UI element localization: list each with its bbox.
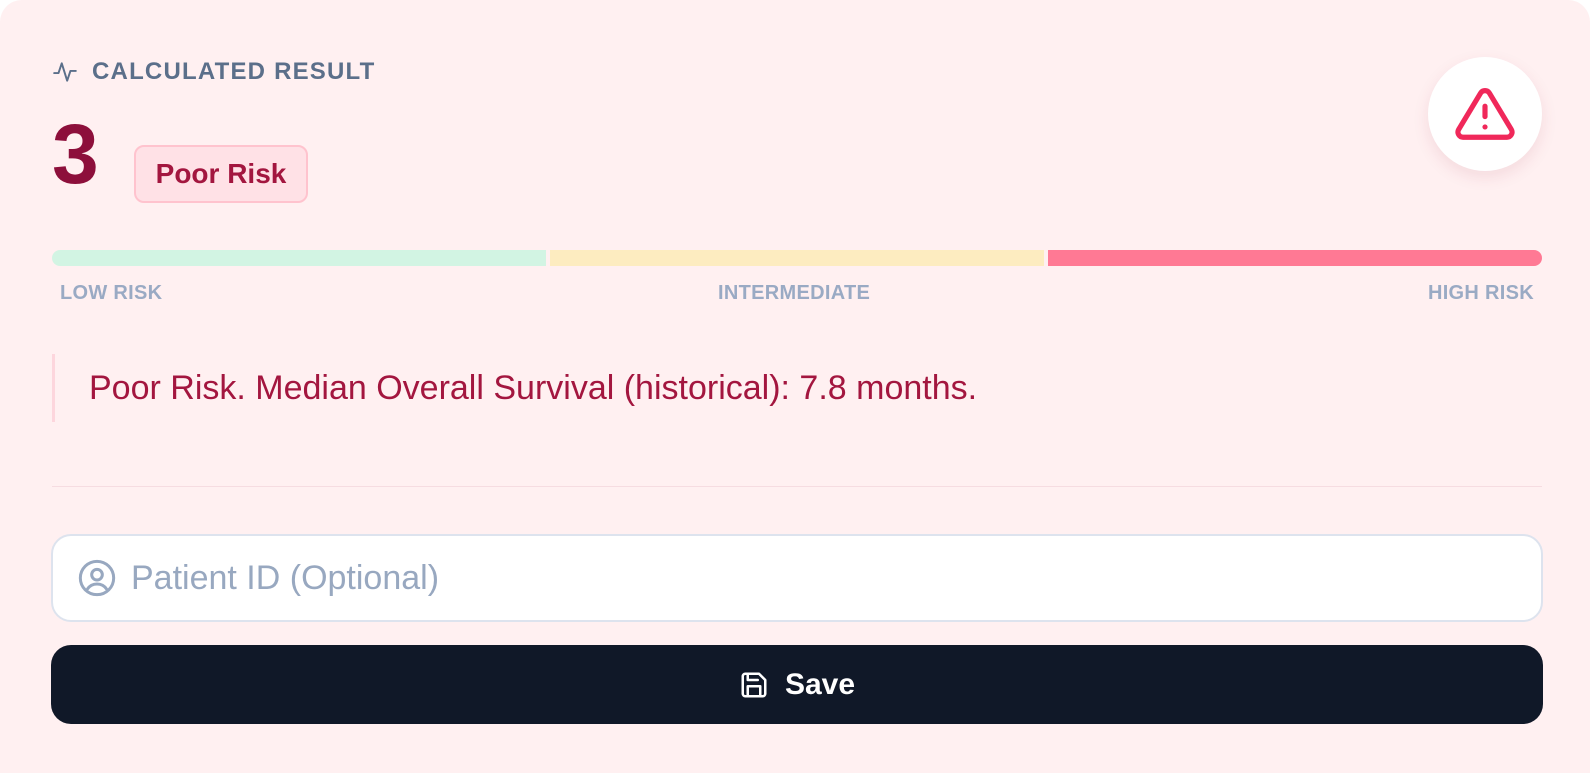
alert-indicator	[1428, 57, 1542, 171]
risk-badge: Poor Risk	[134, 145, 308, 203]
risk-scale-label-low: LOW RISK	[60, 282, 163, 304]
risk-scale-low-segment	[52, 250, 546, 266]
save-button-label: Save	[784, 667, 856, 701]
user-circle-icon	[78, 559, 116, 597]
result-card: CALCULATED RESULT 3 Poor Risk LOW RISK I…	[0, 0, 1590, 773]
risk-scale-label-intermediate: INTERMEDIATE	[718, 282, 871, 304]
result-header: CALCULATED RESULT	[52, 58, 376, 86]
alert-triangle-icon	[1455, 88, 1515, 140]
interpretation-text-content: Poor Risk. Median Overall Survival (hist…	[89, 368, 978, 407]
save-icon	[741, 672, 767, 697]
risk-scale-high-segment	[1048, 250, 1542, 266]
divider	[52, 486, 1542, 487]
risk-scale-label-high: HIGH RISK	[1427, 282, 1534, 304]
risk-scale-intermediate-segment	[550, 250, 1044, 266]
patient-id-field[interactable]	[51, 534, 1543, 622]
score-value: 3	[52, 107, 99, 201]
interpretation-text: Poor Risk. Median Overall Survival (hist…	[52, 354, 1152, 422]
activity-icon	[53, 62, 77, 82]
result-header-label: CALCULATED RESULT	[92, 58, 376, 85]
save-button[interactable]: Save	[51, 645, 1543, 724]
patient-id-input[interactable]	[131, 558, 1511, 598]
